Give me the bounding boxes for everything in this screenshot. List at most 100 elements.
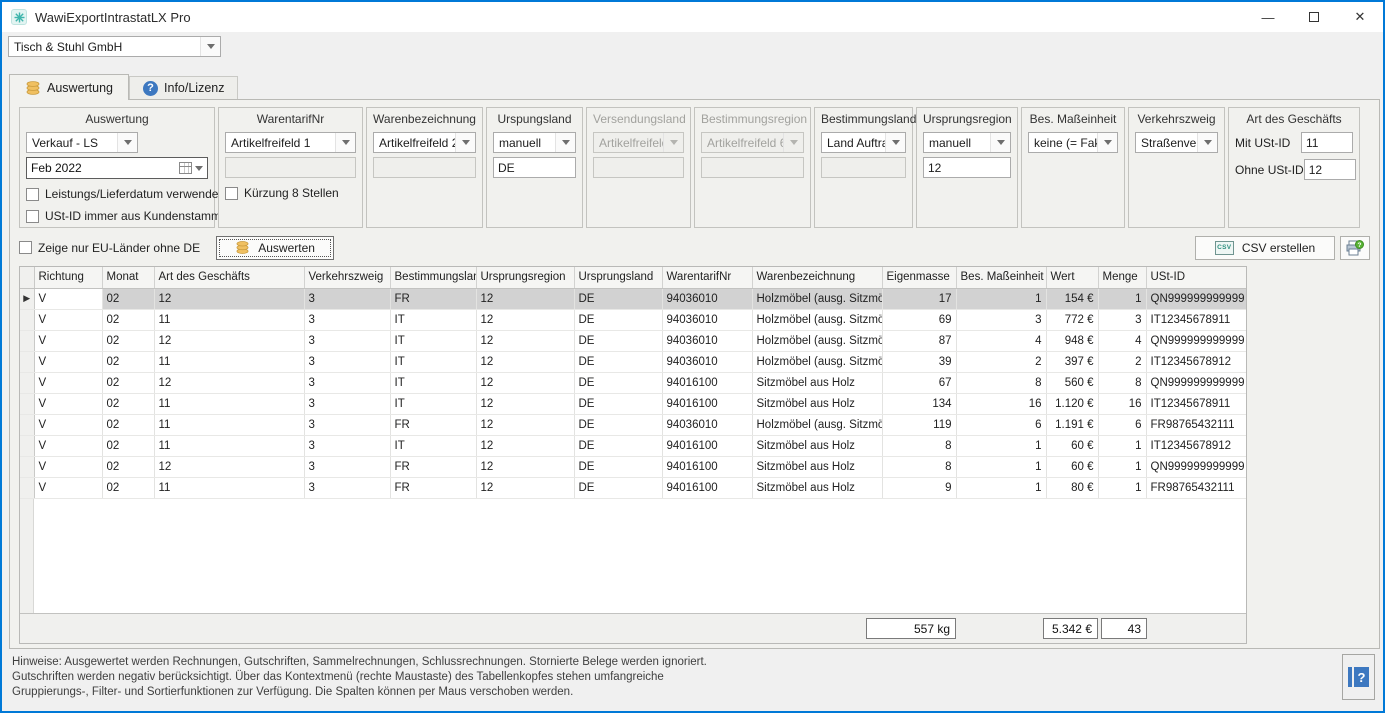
table-row[interactable]: V02123FR12DE94016100Sitzmöbel aus Holz81… bbox=[20, 456, 1246, 477]
table-cell[interactable]: Holzmöbel (ausg. Sitzmöbel) bbox=[752, 309, 882, 330]
chevron-down-icon[interactable] bbox=[455, 133, 475, 152]
table-cell[interactable]: Sitzmöbel aus Holz bbox=[752, 372, 882, 393]
row-indicator-cell[interactable]: ▶ bbox=[20, 288, 34, 309]
table-cell[interactable]: 12 bbox=[154, 330, 304, 351]
column-header[interactable]: WarentarifNr bbox=[662, 267, 752, 288]
table-cell[interactable]: 02 bbox=[102, 477, 154, 498]
ursprungsregion-source-select[interactable]: manuell bbox=[923, 132, 1011, 153]
table-cell[interactable]: 3 bbox=[304, 435, 390, 456]
table-cell[interactable]: DE bbox=[574, 414, 662, 435]
chevron-down-icon[interactable] bbox=[885, 133, 905, 152]
table-cell[interactable]: 02 bbox=[102, 435, 154, 456]
table-cell[interactable]: V bbox=[34, 456, 102, 477]
table-cell[interactable]: DE bbox=[574, 288, 662, 309]
table-cell[interactable]: 1 bbox=[1098, 288, 1146, 309]
table-cell[interactable]: 60 € bbox=[1046, 435, 1098, 456]
table-cell[interactable]: 1 bbox=[956, 477, 1046, 498]
table-cell[interactable]: IT12345678911 bbox=[1146, 393, 1246, 414]
row-indicator-cell[interactable] bbox=[20, 351, 34, 372]
bestimmungsland-source-select[interactable]: Land Auftrag bbox=[821, 132, 906, 153]
table-cell[interactable]: 16 bbox=[956, 393, 1046, 414]
row-indicator-cell[interactable] bbox=[20, 456, 34, 477]
table-cell[interactable]: 772 € bbox=[1046, 309, 1098, 330]
column-header[interactable]: Richtung bbox=[34, 267, 102, 288]
chevron-down-icon[interactable] bbox=[195, 166, 203, 171]
row-indicator-cell[interactable] bbox=[20, 330, 34, 351]
table-cell[interactable]: 12 bbox=[476, 456, 574, 477]
row-indicator-cell[interactable] bbox=[20, 393, 34, 414]
table-cell[interactable]: DE bbox=[574, 435, 662, 456]
column-header[interactable]: USt-ID bbox=[1146, 267, 1246, 288]
table-cell[interactable]: 67 bbox=[882, 372, 956, 393]
chevron-down-icon[interactable] bbox=[200, 37, 220, 56]
help-button[interactable]: ? bbox=[1342, 654, 1375, 700]
table-cell[interactable]: 94036010 bbox=[662, 309, 752, 330]
table-cell[interactable]: 3 bbox=[956, 309, 1046, 330]
table-cell[interactable]: 17 bbox=[882, 288, 956, 309]
table-cell[interactable]: FR bbox=[390, 456, 476, 477]
table-cell[interactable]: 1 bbox=[1098, 456, 1146, 477]
table-cell[interactable]: Sitzmöbel aus Holz bbox=[752, 435, 882, 456]
table-cell[interactable]: Sitzmöbel aus Holz bbox=[752, 393, 882, 414]
column-header[interactable]: Monat bbox=[102, 267, 154, 288]
table-cell[interactable]: 3 bbox=[304, 288, 390, 309]
table-cell[interactable]: IT12345678912 bbox=[1146, 435, 1246, 456]
print-button[interactable]: ? bbox=[1340, 236, 1370, 260]
table-cell[interactable]: 12 bbox=[154, 288, 304, 309]
table-cell[interactable]: DE bbox=[574, 351, 662, 372]
table-cell[interactable]: 1 bbox=[1098, 477, 1146, 498]
table-cell[interactable]: IT bbox=[390, 351, 476, 372]
table-cell[interactable]: V bbox=[34, 351, 102, 372]
table-cell[interactable]: 560 € bbox=[1046, 372, 1098, 393]
bes-masseinheit-select[interactable]: keine (= Fak... bbox=[1028, 132, 1118, 153]
column-header[interactable]: Ursprungsland bbox=[574, 267, 662, 288]
table-cell[interactable]: Sitzmöbel aus Holz bbox=[752, 456, 882, 477]
table-cell[interactable]: 3 bbox=[304, 309, 390, 330]
table-cell[interactable]: 397 € bbox=[1046, 351, 1098, 372]
table-cell[interactable]: FR bbox=[390, 414, 476, 435]
close-button[interactable]: ✕ bbox=[1337, 2, 1383, 32]
table-row[interactable]: V02113IT12DE94036010Holzmöbel (ausg. Sit… bbox=[20, 351, 1246, 372]
row-indicator-cell[interactable] bbox=[20, 477, 34, 498]
ohne-ustid-input[interactable] bbox=[1304, 159, 1356, 180]
table-cell[interactable]: 39 bbox=[882, 351, 956, 372]
table-row[interactable]: ▶V02123FR12DE94036010Holzmöbel (ausg. Si… bbox=[20, 288, 1246, 309]
table-cell[interactable]: FR98765432111 bbox=[1146, 477, 1246, 498]
table-cell[interactable]: DE bbox=[574, 456, 662, 477]
table-cell[interactable]: IT bbox=[390, 330, 476, 351]
table-cell[interactable]: 94036010 bbox=[662, 330, 752, 351]
column-header[interactable]: Bestimmungsland bbox=[390, 267, 476, 288]
table-cell[interactable]: QN999999999999 bbox=[1146, 372, 1246, 393]
row-indicator-cell[interactable] bbox=[20, 309, 34, 330]
table-cell[interactable]: 16 bbox=[1098, 393, 1146, 414]
table-cell[interactable]: 134 bbox=[882, 393, 956, 414]
table-cell[interactable]: Holzmöbel (ausg. Sitzmöbel) bbox=[752, 351, 882, 372]
table-cell[interactable]: 3 bbox=[304, 351, 390, 372]
table-cell[interactable]: 1.191 € bbox=[1046, 414, 1098, 435]
table-cell[interactable]: IT bbox=[390, 393, 476, 414]
table-cell[interactable]: V bbox=[34, 435, 102, 456]
table-cell[interactable]: FR bbox=[390, 288, 476, 309]
table-cell[interactable]: 12 bbox=[476, 393, 574, 414]
table-cell[interactable]: 94036010 bbox=[662, 288, 752, 309]
table-cell[interactable]: 94016100 bbox=[662, 477, 752, 498]
table-cell[interactable]: 1 bbox=[956, 456, 1046, 477]
maximize-button[interactable] bbox=[1291, 2, 1337, 32]
table-cell[interactable]: 2 bbox=[1098, 351, 1146, 372]
table-cell[interactable]: 02 bbox=[102, 456, 154, 477]
table-cell[interactable]: 8 bbox=[956, 372, 1046, 393]
table-row[interactable]: V02113FR12DE94036010Holzmöbel (ausg. Sit… bbox=[20, 414, 1246, 435]
table-cell[interactable]: 4 bbox=[956, 330, 1046, 351]
table-cell[interactable]: V bbox=[34, 477, 102, 498]
table-cell[interactable]: 12 bbox=[476, 435, 574, 456]
table-cell[interactable]: IT12345678911 bbox=[1146, 309, 1246, 330]
mit-ustid-input[interactable] bbox=[1301, 132, 1353, 153]
table-cell[interactable]: 02 bbox=[102, 414, 154, 435]
chevron-down-icon[interactable] bbox=[335, 133, 355, 152]
table-cell[interactable]: Sitzmöbel aus Holz bbox=[752, 477, 882, 498]
table-cell[interactable]: 11 bbox=[154, 414, 304, 435]
table-cell[interactable]: 3 bbox=[304, 456, 390, 477]
minimize-button[interactable]: — bbox=[1245, 2, 1291, 32]
table-cell[interactable]: 12 bbox=[476, 288, 574, 309]
table-cell[interactable]: V bbox=[34, 288, 102, 309]
